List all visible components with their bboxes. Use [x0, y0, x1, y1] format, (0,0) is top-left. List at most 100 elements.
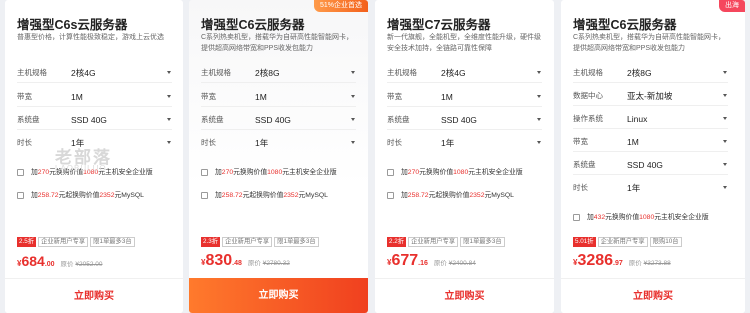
caret-down-icon	[537, 95, 541, 98]
product-cards: 增强型C6s云服务器 普惠型价格，计算性能极致稳定，游戏上云优选 主机规格 2核…	[0, 0, 750, 313]
bandwidth-row: 带宽 1M	[573, 135, 733, 149]
spec-select[interactable]: 2核4G	[441, 66, 541, 80]
duration-value: 1年	[255, 138, 269, 148]
bandwidth-select[interactable]: 1M	[441, 90, 541, 104]
price-decimal: .97	[613, 260, 623, 267]
spec-label: 主机规格	[17, 68, 47, 77]
os-label: 操作系统	[573, 114, 603, 123]
divider	[573, 174, 728, 175]
discount-badge: 2.3折	[201, 237, 221, 247]
card-title: 增强型C6云服务器	[573, 18, 677, 32]
price-integer: 3286	[577, 252, 614, 269]
price: ¥677.16 原价 ¥2400.84	[387, 252, 476, 270]
buy-now-button[interactable]: 立即购买	[375, 278, 554, 313]
addon-text: 加258.72元起换购价值2352元MySQL	[31, 192, 144, 199]
price-integer: 830	[205, 252, 233, 269]
bandwidth-row: 带宽 1M	[387, 90, 547, 104]
bandwidth-value: 1M	[627, 137, 639, 147]
bandwidth-label: 带宽	[17, 92, 32, 101]
addon-text: 加270元换购价值1080元主机安全企业版	[401, 169, 523, 176]
promo-tags: 2.5折 企业新用户专享 限1单最多3台	[17, 237, 137, 247]
watermark-sub: LAOBULUO	[55, 164, 107, 173]
duration-row: 时长 1年	[201, 136, 361, 150]
addon-security-checkbox[interactable]: 加432元换购价值1080元主机安全企业版	[573, 212, 738, 224]
disk-row: 系统盘 SSD 40G	[387, 113, 547, 127]
duration-value: 1年	[627, 183, 641, 193]
limit-tag: 限1单最多3台	[90, 237, 135, 247]
price: ¥830.48 原价 ¥2780.32	[201, 252, 290, 270]
disk-select[interactable]: SSD 40G	[255, 113, 355, 127]
duration-row: 时长 1年	[387, 136, 547, 150]
disk-row: 系统盘 SSD 40G	[201, 113, 361, 127]
duration-select[interactable]: 1年	[627, 181, 727, 195]
caret-down-icon	[351, 141, 355, 144]
original-price: 原价 ¥2780.32	[247, 260, 290, 267]
price-integer: 677	[391, 252, 419, 269]
bandwidth-select[interactable]: 1M	[627, 135, 727, 149]
bandwidth-value: 1M	[71, 92, 83, 102]
price-integer: 684	[21, 253, 45, 269]
disk-select[interactable]: SSD 40G	[441, 113, 541, 127]
bandwidth-select[interactable]: 1M	[255, 90, 355, 104]
addon-security-checkbox[interactable]: 加270元换购价值1080元主机安全企业版	[387, 167, 552, 179]
addon-security-checkbox[interactable]: 加270元换购价值1080元主机安全企业版	[201, 167, 366, 179]
promo-tag: 企业新用户专享	[38, 237, 89, 247]
duration-select[interactable]: 1年	[441, 136, 541, 150]
product-card: 出海 增强型C6云服务器 C系列热卖机型，搭载华为自研高性能智能网卡，提供超高网…	[561, 0, 745, 313]
divider	[17, 106, 172, 107]
price-decimal: .48	[232, 260, 242, 267]
bandwidth-label: 带宽	[573, 137, 588, 146]
buy-now-button[interactable]: 立即购买	[5, 278, 183, 313]
disk-row: 系统盘 SSD 40G	[573, 158, 733, 172]
buy-now-button[interactable]: 立即购买	[189, 278, 368, 313]
spec-label: 主机规格	[573, 68, 603, 77]
spec-select[interactable]: 2核4G	[71, 66, 171, 80]
buy-now-button[interactable]: 立即购买	[561, 278, 745, 313]
promo-tags: 2.2折 企业新用户专享 限1单最多3台	[387, 237, 507, 247]
spec-row: 主机规格 2核4G	[17, 66, 177, 80]
caret-down-icon	[167, 118, 171, 121]
caret-down-icon	[723, 163, 727, 166]
region-value: 亚太-新加坡	[627, 91, 673, 101]
checkbox-icon	[387, 192, 394, 199]
caret-down-icon	[351, 95, 355, 98]
os-select[interactable]: Linux	[627, 112, 727, 126]
addon-mysql-checkbox[interactable]: 加258.72元起换购价值2352元MySQL	[17, 190, 182, 202]
checkbox-icon	[201, 192, 208, 199]
disk-select[interactable]: SSD 40G	[627, 158, 727, 172]
divider	[387, 129, 542, 130]
limit-tag: 限1单最多3台	[460, 237, 505, 247]
spec-value: 2核4G	[441, 68, 466, 78]
duration-row: 时长 1年	[573, 181, 733, 195]
bandwidth-value: 1M	[255, 92, 267, 102]
addon-text: 加258.72元起换购价值2352元MySQL	[215, 192, 328, 199]
spec-select[interactable]: 2核8G	[627, 66, 727, 80]
region-select[interactable]: 亚太-新加坡	[627, 89, 727, 103]
divider	[201, 106, 356, 107]
price: ¥684.00 原价 ¥2052.00	[17, 253, 102, 271]
spec-row: 主机规格 2核8G	[573, 66, 733, 80]
card-description: 新一代旗舰，全能机型，全维度性能升级，硬件级安全技术加持，全链路可靠性保障	[387, 34, 541, 52]
discount-badge: 5.01折	[573, 237, 596, 247]
spec-select[interactable]: 2核8G	[255, 66, 355, 80]
divider	[387, 106, 542, 107]
addon-mysql-checkbox[interactable]: 加258.72元起换购价值2352元MySQL	[387, 190, 552, 202]
bandwidth-select[interactable]: 1M	[71, 90, 171, 104]
caret-down-icon	[167, 71, 171, 74]
disk-label: 系统盘	[201, 115, 224, 124]
spec-row: 主机规格 2核4G	[387, 66, 547, 80]
promo-tag: 企业新用户专享	[597, 237, 648, 247]
addon-mysql-checkbox[interactable]: 加258.72元起换购价值2352元MySQL	[201, 190, 366, 202]
ribbon-badge: 出海	[719, 0, 745, 12]
price: ¥3286.97 原价 ¥3273.88	[573, 252, 671, 270]
original-price: 原价 ¥2400.84	[433, 260, 476, 267]
region-label: 数据中心	[573, 91, 603, 100]
spec-value: 2核8G	[627, 68, 652, 78]
duration-select[interactable]: 1年	[255, 136, 355, 150]
bandwidth-label: 带宽	[387, 92, 402, 101]
caret-down-icon	[537, 71, 541, 74]
checkbox-icon	[17, 169, 24, 176]
disk-select[interactable]: SSD 40G	[71, 113, 171, 127]
discount-badge: 2.2折	[387, 237, 407, 247]
card-description: C系列热卖机型，搭载华为自研高性能智能网卡，提供超高网络带宽和PPS收发包能力	[201, 34, 354, 52]
